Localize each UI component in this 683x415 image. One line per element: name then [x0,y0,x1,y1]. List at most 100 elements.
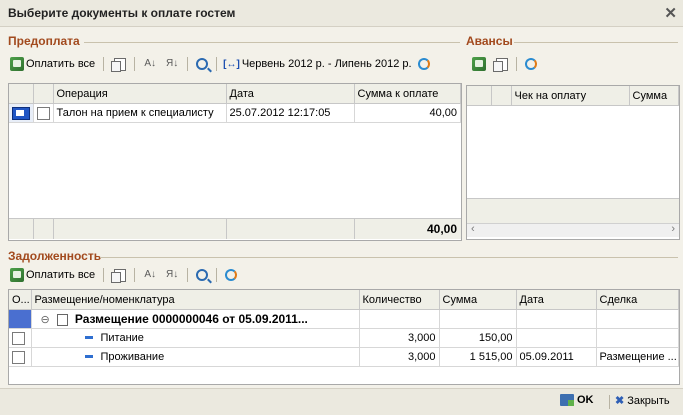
operation-cell: Талон на прием к специалисту [53,103,227,123]
refresh-icon [525,58,537,70]
close-button[interactable]: ✖ Закрыть [615,394,670,408]
prepay-total-row: 40,00 [9,218,461,239]
pay-icon [472,57,486,71]
deal-cell: Размещение ... [596,347,679,367]
sum-cell: 150,00 [439,328,517,348]
prepay-table: Операция Дата Сумма к оплате Талон на пр… [8,83,462,241]
prepay-col-date[interactable]: Дата [226,84,355,104]
debt-refresh-button[interactable] [223,266,239,284]
amount-cell: 40,00 [354,103,461,123]
debt-col-name[interactable]: Размещение/номенклатура [31,290,360,310]
debt-col-qty[interactable]: Количество [359,290,440,310]
toolbar-separator [134,268,136,282]
refresh-icon [225,269,238,281]
sort-asc-icon: A↓ [144,269,156,280]
prepay-col-operation[interactable]: Операция [53,84,227,104]
dialog-footer: OK ✖ Закрыть [0,388,683,415]
row-checkbox[interactable] [36,106,50,120]
toolbar-separator [187,268,189,282]
advances-pay-button[interactable] [470,55,488,73]
qty-cell: 3,000 [359,328,440,348]
prepay-sort-desc-button[interactable]: Я↓ [163,55,181,73]
copy-icon [111,57,127,72]
table-row[interactable]: Питание 3,000 150,00 [9,328,679,348]
copy-icon [493,57,508,72]
advances-section-label: Авансы [466,34,513,48]
toolbar-separator [103,268,105,282]
prepay-divider [84,42,460,43]
prepay-sort-asc-button[interactable]: A↓ [141,55,159,73]
prepay-pay-all-button[interactable]: Оплатить все [8,55,97,73]
toolbar-separator [216,57,218,71]
debt-pay-all-button[interactable]: Оплатить все [8,266,97,284]
item-name: Проживание [100,351,165,363]
advances-h-scrollbar[interactable]: ‹ › [467,223,679,237]
advances-refresh-button[interactable] [523,55,539,73]
debt-col-date[interactable]: Дата [516,290,597,310]
table-row[interactable]: Талон на прием к специалисту 25.07.2012 … [9,103,461,123]
refresh-icon [417,58,430,70]
advances-total-row [467,198,679,223]
prepay-period-text: Червень 2012 р. - Липень 2012 р. [241,58,412,70]
prepay-toolbar: Оплатить все A↓ Я↓ [↔] Червень 2012 р. -… [8,54,432,74]
prepay-col-amount[interactable]: Сумма к оплате [354,84,461,104]
advances-divider [514,42,678,43]
toolbar-separator [187,57,189,71]
copy-icon [111,268,127,283]
date-cell [516,328,597,348]
prepay-col-check [33,84,54,104]
item-name: Питание [100,332,144,344]
group-row[interactable]: ⊖ Размещение 0000000046 от 05.09.2011... [9,309,679,329]
prepay-total: 40,00 [426,222,457,236]
title-bar: Выберите документы к оплате гостем ✕ [0,0,683,27]
document-icon [12,106,30,120]
debt-copy-button[interactable] [110,266,128,284]
advances-col-check[interactable]: Чек на оплату [511,86,630,106]
debt-divider [100,257,678,258]
close-icon: ✖ [615,395,625,407]
item-dash-icon [84,335,93,339]
toolbar-separator [216,268,218,282]
search-icon [196,58,209,70]
window-title: Выберите документы к оплате гостем [8,6,236,20]
period-arrows-icon: [↔] [223,58,240,70]
search-icon [196,269,209,281]
qty-cell: 3,000 [359,347,440,367]
prepay-pay-all-label: Оплатить все [26,58,96,70]
footer-separator [609,395,610,409]
item-dash-icon [84,354,93,358]
row-checkbox[interactable] [12,350,25,364]
advances-copy-button[interactable] [492,55,510,73]
ok-button[interactable]: OK [560,394,594,406]
scroll-right-icon[interactable]: › [671,223,675,235]
date-cell: 25.07.2012 12:17:05 [226,103,355,123]
scroll-left-icon[interactable]: ‹ [471,223,475,235]
deal-cell [596,328,679,348]
prepay-section-label: Предоплата [8,34,80,48]
debt-sort-desc-button[interactable]: Я↓ [163,266,181,284]
row-checkbox[interactable] [12,331,25,345]
debt-toolbar: Оплатить все A↓ Я↓ [8,265,239,285]
close-icon[interactable]: ✕ [664,4,677,22]
toolbar-separator [103,57,105,71]
prepay-copy-button[interactable] [110,55,128,73]
advances-toolbar [470,54,539,74]
prepay-refresh-button[interactable] [416,55,432,73]
pay-icon [10,57,24,71]
advances-table: Чек на оплату Сумма ‹ › [466,85,680,240]
toolbar-separator [516,57,517,71]
group-title: Размещение 0000000046 от 05.09.2011... [74,311,308,326]
advances-col-sum[interactable]: Сумма [629,86,679,106]
sum-cell: 1 515,00 [439,347,517,367]
debt-col-o[interactable]: О... [9,290,32,310]
debt-col-deal[interactable]: Сделка [596,290,679,310]
debt-pay-all-label: Оплатить все [26,269,96,281]
debt-search-button[interactable] [194,266,210,284]
prepay-period-selector[interactable]: [↔] Червень 2012 р. - Липень 2012 р. [223,58,411,70]
table-row[interactable]: Проживание 3,000 1 515,00 05.09.2011 Раз… [9,347,679,367]
collapse-icon[interactable]: ⊖ [41,314,50,326]
debt-sort-asc-button[interactable]: A↓ [141,266,159,284]
debt-col-sum[interactable]: Сумма [439,290,517,310]
ok-label: OK [577,394,594,406]
prepay-search-button[interactable] [194,55,210,73]
